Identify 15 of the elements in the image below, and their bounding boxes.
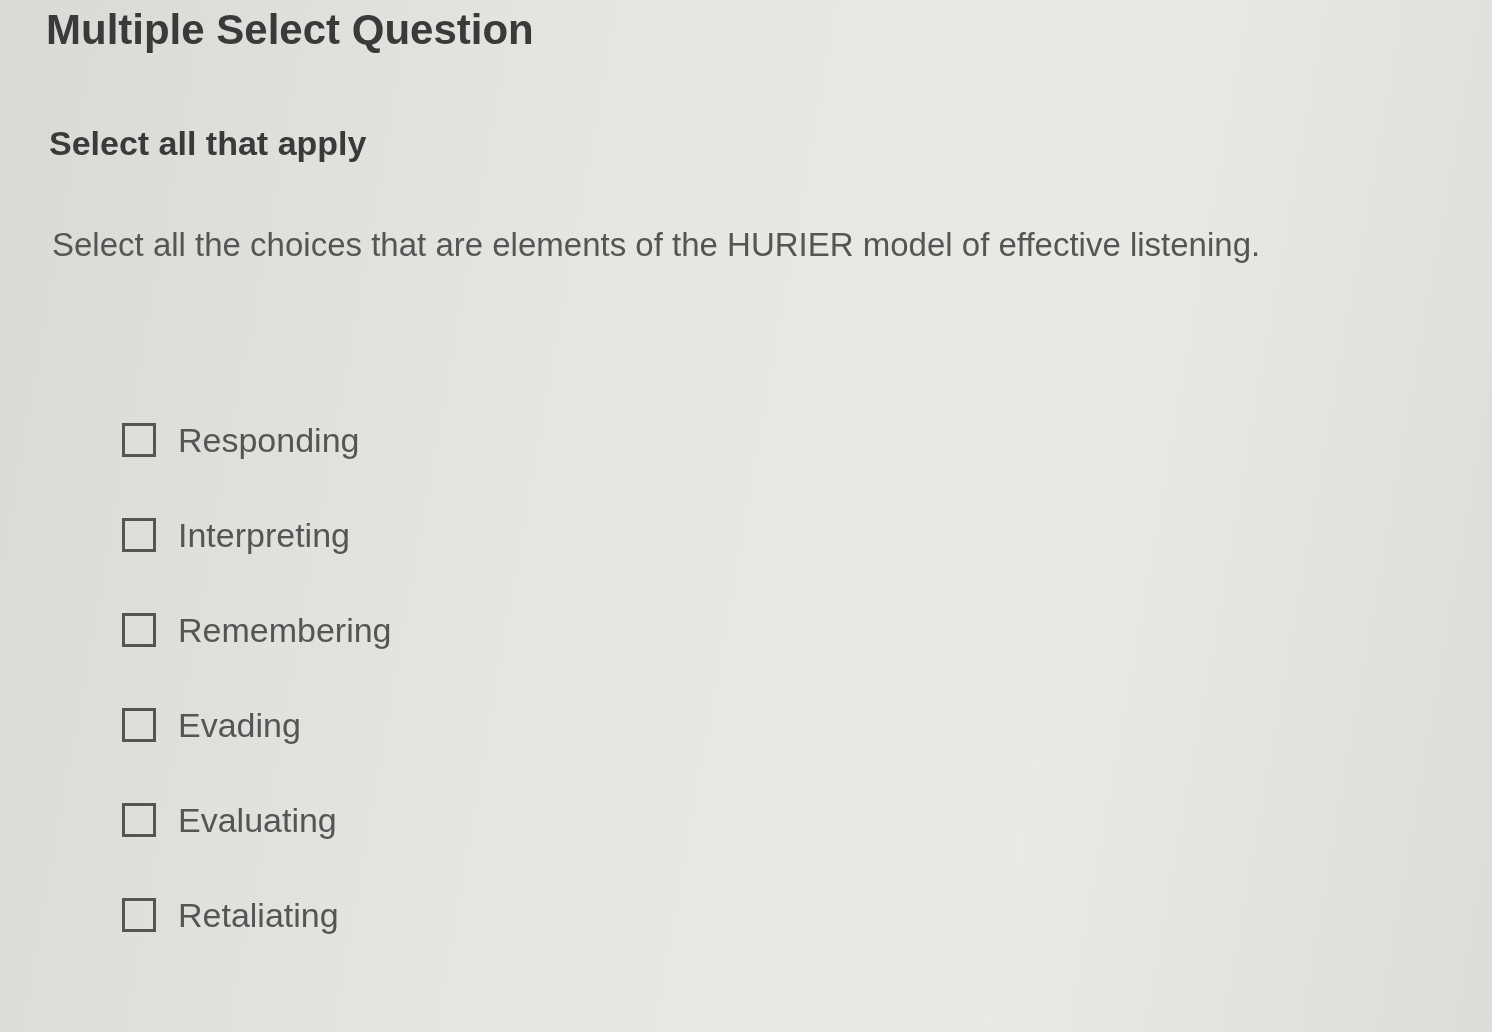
option-label[interactable]: Retaliating	[178, 895, 339, 935]
checkbox[interactable]	[122, 613, 156, 647]
question-text: Select all the choices that are elements of the HURIER model of effective listening.	[51, 225, 1261, 265]
option-label[interactable]: Remembering	[178, 610, 392, 650]
option-label[interactable]: Evading	[178, 705, 301, 745]
option-label[interactable]: Evaluating	[178, 800, 337, 840]
option-label[interactable]: Interpreting	[178, 515, 350, 555]
option-label[interactable]: Responding	[178, 420, 360, 460]
checkbox[interactable]	[122, 898, 156, 932]
checkbox[interactable]	[122, 803, 156, 837]
checkbox[interactable]	[122, 708, 156, 742]
instruction-text: Select all that apply	[48, 123, 367, 163]
question-type-title: Multiple Select Question	[46, 5, 534, 55]
checkbox[interactable]	[122, 423, 156, 457]
checkbox[interactable]	[122, 518, 156, 552]
